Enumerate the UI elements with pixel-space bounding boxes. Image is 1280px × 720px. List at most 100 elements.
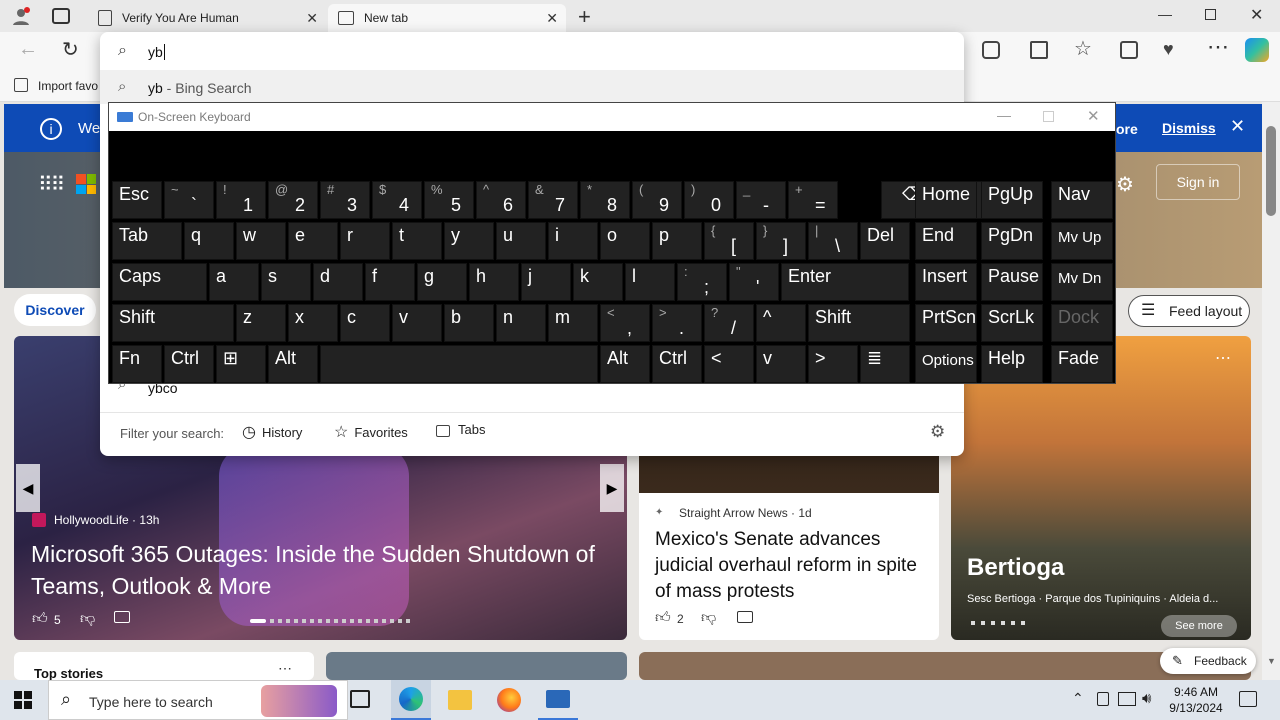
tab-actions-icon[interactable]	[52, 8, 70, 24]
volume-icon[interactable]: 🔊︎	[1142, 690, 1151, 707]
tab-new-tab[interactable]: New tab ✕	[328, 4, 566, 32]
favorites-icon[interactable]: ☆	[1074, 36, 1092, 61]
key-enter[interactable]: Enter	[781, 263, 909, 301]
key-3[interactable]: #3	[320, 181, 370, 219]
key-b[interactable]: b	[444, 304, 494, 342]
minimize-icon[interactable]: —	[1158, 6, 1172, 22]
like-icon[interactable]: 👍︎	[655, 609, 671, 627]
key-symbol[interactable]: ? /	[704, 304, 754, 342]
key-symbol[interactable]: <	[704, 345, 754, 383]
restore-icon[interactable]	[1205, 9, 1216, 20]
osk-minimize-icon[interactable]: —	[997, 107, 1011, 123]
dislike-icon[interactable]: 👎︎	[80, 610, 95, 628]
key-g[interactable]: g	[417, 263, 467, 301]
key-nav[interactable]: Nav	[1051, 181, 1113, 219]
close-tab-icon[interactable]: ✕	[546, 10, 558, 27]
refresh-icon[interactable]: ↻	[62, 37, 79, 62]
notifications-icon[interactable]	[1239, 691, 1257, 707]
key-v[interactable]: v	[756, 345, 806, 383]
osk-taskbar-button[interactable]	[538, 680, 578, 720]
key-n[interactable]: n	[496, 304, 546, 342]
key-mv-dn[interactable]: Mv Dn	[1051, 263, 1113, 301]
taskbar-search-box[interactable]: ⌕ Type here to search	[48, 680, 348, 720]
key-insert[interactable]: Insert	[915, 263, 977, 301]
key-v[interactable]: v	[392, 304, 442, 342]
key-pgup[interactable]: PgUp	[981, 181, 1043, 219]
key-caps[interactable]: Caps	[112, 263, 207, 301]
key-ctrl[interactable]: Ctrl	[652, 345, 702, 383]
key-symbol[interactable]: >.	[652, 304, 702, 342]
comment-icon[interactable]	[114, 611, 130, 623]
firefox-icon[interactable]	[497, 688, 521, 712]
key-home[interactable]: Home	[915, 181, 977, 219]
key-prtscn[interactable]: PrtScn	[915, 304, 977, 342]
key-symbol[interactable]: ⊞	[216, 345, 266, 383]
key-symbol[interactable]: _ -	[736, 181, 786, 219]
key-s[interactable]: s	[261, 263, 311, 301]
key-h[interactable]: h	[469, 263, 519, 301]
key-pause[interactable]: Pause	[981, 263, 1043, 301]
key-fade[interactable]: Fade	[1051, 345, 1113, 383]
settings-gear-icon[interactable]: ⚙	[930, 422, 945, 442]
key-esc[interactable]: Esc	[112, 181, 162, 219]
top-stories-card[interactable]: Top stories ⋯	[14, 652, 314, 680]
key-alt[interactable]: Alt	[268, 345, 318, 383]
network-icon[interactable]	[1118, 692, 1136, 706]
key-a[interactable]: a	[209, 263, 259, 301]
news-card-bottom[interactable]	[326, 652, 627, 680]
address-input[interactable]: yb	[148, 44, 165, 60]
close-window-icon[interactable]: ✕	[1250, 5, 1263, 25]
more-menu-icon[interactable]: ⋯	[1207, 34, 1229, 60]
key-8[interactable]: * 8	[580, 181, 630, 219]
like-icon[interactable]: 👍︎	[32, 610, 48, 628]
page-scrollbar[interactable]: ▼	[1262, 102, 1280, 680]
key-l[interactable]: l	[625, 263, 675, 301]
key-y[interactable]: y	[444, 222, 494, 260]
card-headline[interactable]: Microsoft 365 Outages: Inside the Sudden…	[31, 538, 621, 602]
key-2[interactable]: @2	[268, 181, 318, 219]
more-options-icon[interactable]: ⋯	[1215, 348, 1231, 368]
key-q[interactable]: q	[184, 222, 234, 260]
carousel-dots[interactable]	[971, 621, 1031, 625]
key-symbol[interactable]: }]	[756, 222, 806, 260]
key-alt[interactable]: Alt	[600, 345, 650, 383]
key-symbol[interactable]: | \	[808, 222, 858, 260]
copilot-icon[interactable]	[1245, 38, 1269, 62]
osk-close-icon[interactable]: ✕	[1087, 107, 1100, 125]
osk-maximize-icon[interactable]	[1043, 111, 1054, 122]
key-x[interactable]: x	[288, 304, 338, 342]
dismiss-button[interactable]: Dismiss	[1162, 120, 1216, 136]
performance-icon[interactable]: ♥	[1163, 39, 1174, 60]
filter-tabs-button[interactable]: Tabs	[436, 422, 485, 437]
carousel-next-button[interactable]: ▶	[600, 464, 624, 512]
meet-now-icon[interactable]	[1097, 692, 1109, 706]
file-explorer-icon[interactable]	[448, 690, 472, 710]
dislike-icon[interactable]: 👎︎	[701, 609, 716, 627]
task-view-icon[interactable]	[350, 690, 370, 708]
key-symbol[interactable]: " '	[729, 263, 779, 301]
key-j[interactable]: j	[521, 263, 571, 301]
key-e[interactable]: e	[288, 222, 338, 260]
carousel-dot-active[interactable]	[250, 619, 266, 623]
see-more-button[interactable]: See more	[1161, 615, 1237, 637]
close-tab-icon[interactable]: ✕	[306, 10, 318, 27]
banner-more-link[interactable]: ore	[1116, 121, 1138, 137]
key-p[interactable]: p	[652, 222, 702, 260]
key-space[interactable]	[320, 345, 598, 383]
scrollbar-thumb[interactable]	[1266, 126, 1276, 216]
key-symbol[interactable]: {[	[704, 222, 754, 260]
key-symbol[interactable]: ≣	[860, 345, 910, 383]
key-z[interactable]: z	[236, 304, 286, 342]
edge-taskbar-button[interactable]	[391, 680, 431, 720]
key-o[interactable]: o	[600, 222, 650, 260]
card-title[interactable]: Bertioga	[967, 554, 1064, 582]
key-m[interactable]: m	[548, 304, 598, 342]
key-1[interactable]: ! 1	[216, 181, 266, 219]
key-k[interactable]: k	[573, 263, 623, 301]
close-banner-icon[interactable]: ✕	[1230, 116, 1245, 137]
key-symbol[interactable]: + =	[788, 181, 838, 219]
key-dock[interactable]: Dock	[1051, 304, 1113, 342]
key-symbol[interactable]: ^	[756, 304, 806, 342]
split-screen-icon[interactable]	[1030, 41, 1048, 59]
filter-history-button[interactable]: ◷ History	[242, 422, 302, 442]
